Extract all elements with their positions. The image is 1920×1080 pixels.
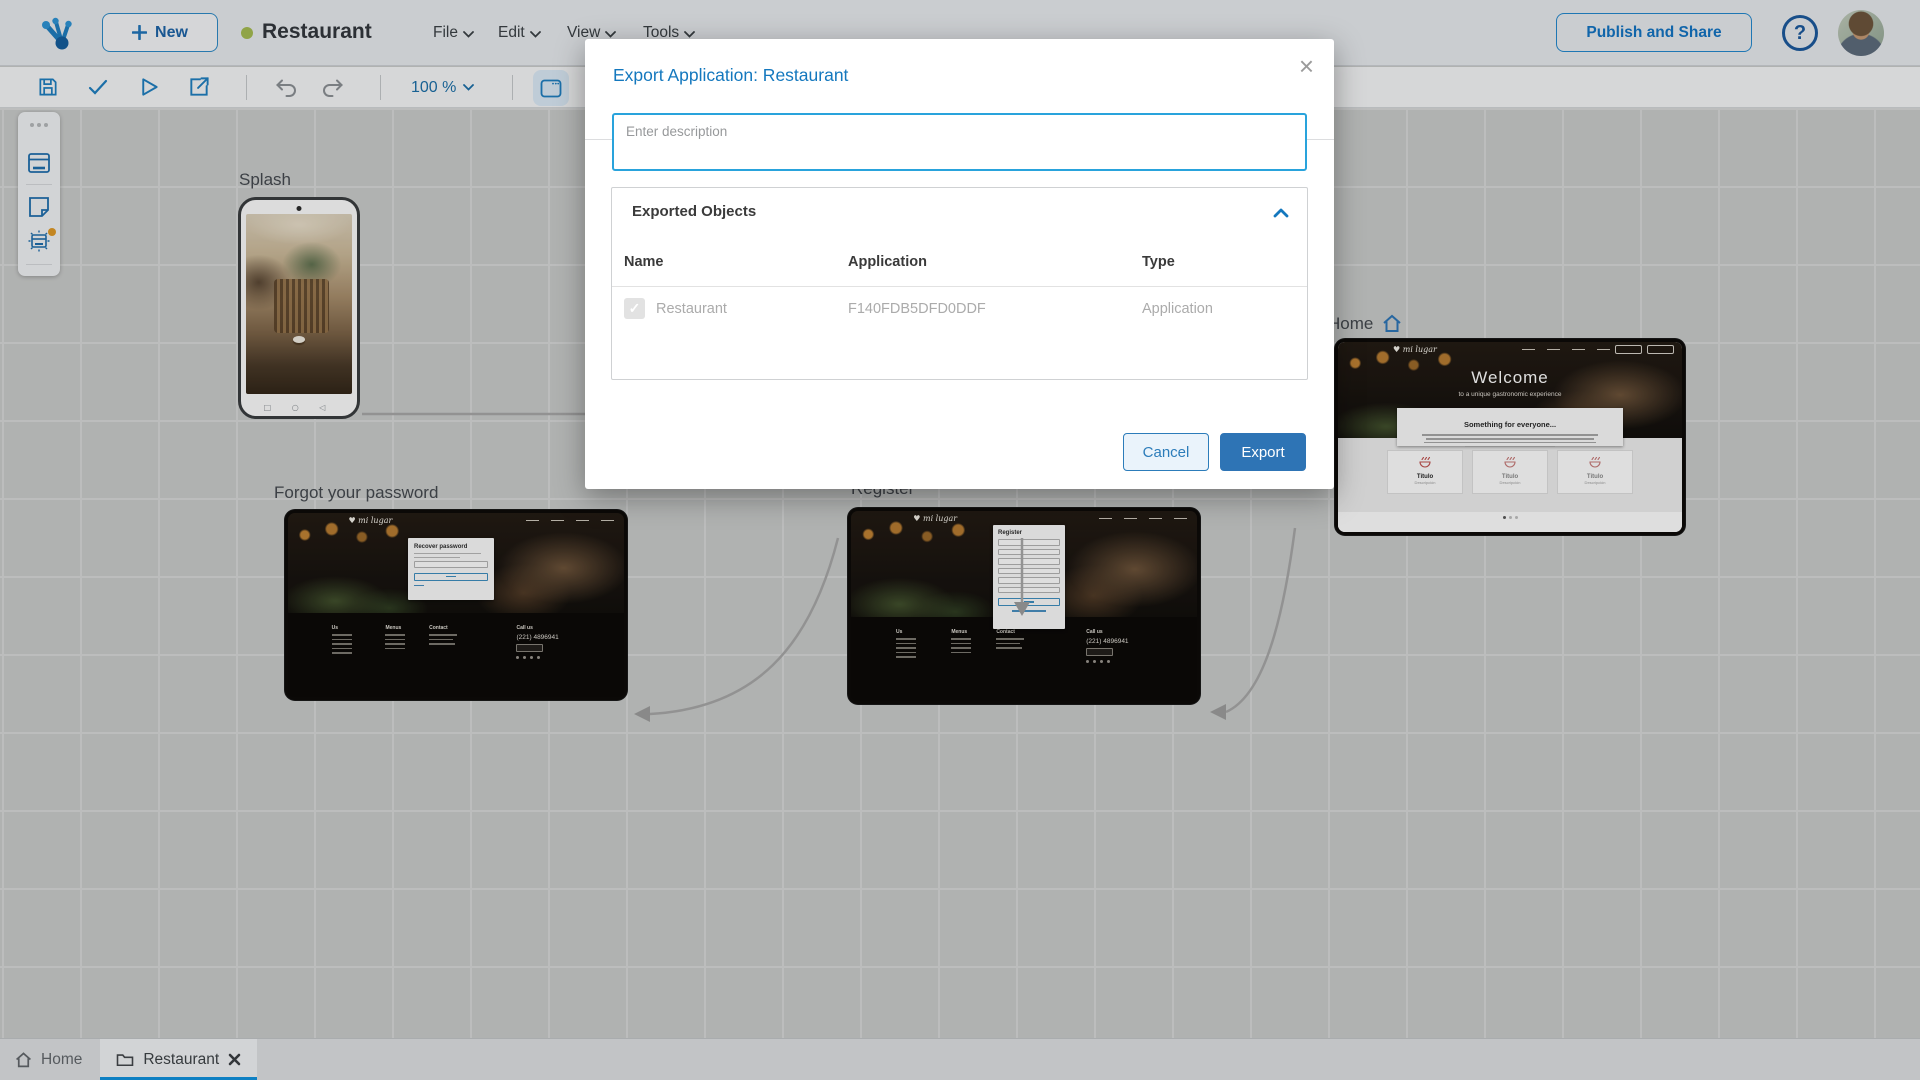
export-button[interactable]: Export bbox=[1220, 433, 1306, 471]
table-row: ✓ Restaurant F140FDB5DFD0DDF Application bbox=[612, 298, 1307, 319]
exported-objects-title: Exported Objects bbox=[632, 203, 757, 220]
dialog-actions: Cancel Export bbox=[1123, 433, 1306, 471]
table-header-divider bbox=[612, 286, 1307, 287]
export-application-dialog: Export Application: Restaurant × Exporte… bbox=[585, 39, 1334, 489]
column-application: Application bbox=[848, 254, 927, 270]
row-application-id: F140FDB5DFD0DDF bbox=[848, 300, 986, 317]
description-input[interactable] bbox=[612, 113, 1307, 171]
exported-objects-panel: Exported Objects Name Application Type ✓… bbox=[611, 187, 1308, 380]
checkbox-checked[interactable]: ✓ bbox=[624, 298, 645, 319]
chevron-up-icon[interactable] bbox=[1273, 205, 1289, 223]
dialog-title: Export Application: Restaurant bbox=[613, 65, 849, 85]
row-name: Restaurant bbox=[656, 300, 727, 317]
close-icon[interactable]: × bbox=[1299, 53, 1314, 79]
column-type: Type bbox=[1142, 254, 1175, 270]
table-header-row: Name Application Type bbox=[612, 254, 1307, 270]
row-type: Application bbox=[1142, 300, 1213, 317]
column-name: Name bbox=[624, 254, 664, 270]
app-window: New Restaurant File Edit View Tools Publ… bbox=[0, 0, 1920, 1080]
cancel-button[interactable]: Cancel bbox=[1123, 433, 1209, 471]
